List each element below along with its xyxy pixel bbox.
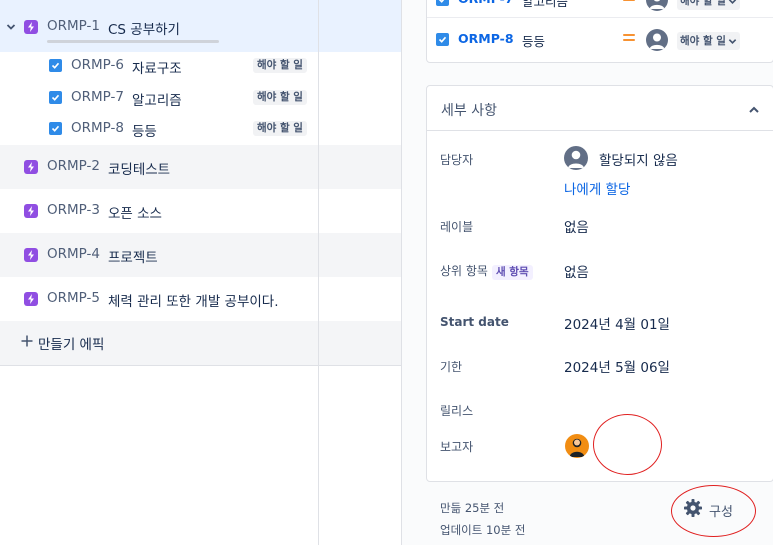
roadmap-list: ORMP-1 CS 공부하기 ORMP-6 자료구조 해야 할 일 ORMP-7… bbox=[0, 0, 401, 545]
child-issue-row[interactable]: ORMP-7 알고리즘 해야 할 일 bbox=[427, 0, 773, 17]
unassigned-avatar-icon bbox=[564, 146, 588, 170]
child-title[interactable]: 자료구조 bbox=[132, 57, 182, 77]
configure-button[interactable]: 구성 bbox=[683, 498, 733, 522]
list-bottom-divider bbox=[0, 365, 401, 366]
epic-title[interactable]: 프로젝트 bbox=[108, 246, 158, 266]
avatar-icon[interactable] bbox=[646, 0, 668, 11]
new-tag-badge: 새 항목 bbox=[491, 265, 533, 280]
child-key[interactable]: ORMP-8 bbox=[71, 120, 124, 136]
child-issue-key[interactable]: ORMP-8 bbox=[458, 31, 514, 46]
status-dropdown-label: 해야 할 일 bbox=[680, 0, 726, 7]
status-lozenge: 해야 할 일 bbox=[253, 121, 307, 136]
due-date-value[interactable]: 2024년 5월 06일 bbox=[564, 356, 670, 376]
reporter-avatar-icon[interactable] bbox=[565, 434, 589, 458]
configure-label: 구성 bbox=[709, 504, 733, 520]
child-issue-title[interactable]: 등등 bbox=[522, 31, 545, 50]
release-label: 릴리스 bbox=[440, 404, 474, 418]
plus-icon bbox=[20, 334, 34, 352]
due-date-label: 기한 bbox=[440, 360, 463, 374]
epic-icon bbox=[24, 248, 38, 262]
details-title: 세부 사항 bbox=[441, 103, 497, 119]
create-epic-button[interactable]: 만들기 에픽 bbox=[20, 333, 104, 353]
task-checkbox-icon bbox=[49, 59, 62, 72]
task-checkbox-icon bbox=[436, 0, 449, 6]
epic-title[interactable]: 코딩테스트 bbox=[108, 158, 170, 178]
child-key[interactable]: ORMP-6 bbox=[71, 57, 124, 73]
status-lozenge: 해야 할 일 bbox=[253, 90, 307, 105]
child-issues-card: ORMP-7 알고리즘 해야 할 일 ORMP-8 등등 bbox=[426, 0, 773, 63]
epic-icon bbox=[24, 160, 38, 174]
child-key[interactable]: ORMP-7 bbox=[71, 89, 124, 105]
epic-icon bbox=[24, 204, 38, 218]
task-checkbox-icon bbox=[49, 91, 62, 104]
child-issue-title[interactable]: 알고리즘 bbox=[522, 0, 568, 10]
issue-detail-panel: ORMP-7 알고리즘 해야 할 일 ORMP-8 등등 bbox=[401, 0, 773, 545]
chevron-down-icon bbox=[728, 0, 736, 4]
child-issue-key[interactable]: ORMP-7 bbox=[458, 0, 514, 6]
assignee-value[interactable]: 할당되지 않음 bbox=[599, 149, 678, 169]
epic-key[interactable]: ORMP-3 bbox=[47, 202, 100, 218]
child-row-ormp-8[interactable]: ORMP-8 등등 해야 할 일 bbox=[0, 115, 401, 143]
status-lozenge: 해야 할 일 bbox=[253, 58, 307, 73]
create-epic-label: 만들기 에픽 bbox=[38, 337, 105, 353]
parent-label-text: 상위 항목 bbox=[440, 264, 488, 278]
epic-key[interactable]: ORMP-1 bbox=[47, 18, 100, 34]
timeline-divider bbox=[318, 0, 319, 545]
chevron-down-icon bbox=[728, 38, 737, 44]
epic-icon bbox=[24, 20, 38, 34]
epic-title[interactable]: 오픈 소스 bbox=[108, 202, 162, 222]
created-time: 만듦 25분 전 bbox=[440, 501, 505, 515]
epic-row-ormp-4[interactable]: ORMP-4 프로젝트 bbox=[0, 233, 401, 277]
assignee-label: 담당자 bbox=[440, 153, 474, 167]
epic-icon bbox=[24, 292, 38, 306]
status-dropdown-label: 해야 할 일 bbox=[680, 35, 726, 47]
labels-value[interactable]: 없음 bbox=[564, 216, 589, 236]
child-row-ormp-7[interactable]: ORMP-7 알고리즘 해야 할 일 bbox=[0, 84, 401, 112]
start-date-label: Start date bbox=[440, 315, 509, 329]
epic-row-ormp-3[interactable]: ORMP-3 오픈 소스 bbox=[0, 189, 401, 233]
epic-title[interactable]: 체력 관리 또한 개발 공부이다. bbox=[108, 290, 279, 310]
assign-to-me-link[interactable]: 나에게 할당 bbox=[564, 178, 630, 198]
child-title[interactable]: 알고리즘 bbox=[132, 89, 182, 109]
updated-time: 업데이트 10분 전 bbox=[440, 523, 526, 537]
status-dropdown[interactable]: 해야 할 일 bbox=[677, 32, 740, 50]
app-root: ORMP-1 CS 공부하기 ORMP-6 자료구조 해야 할 일 ORMP-7… bbox=[0, 0, 773, 545]
gear-icon bbox=[683, 498, 703, 522]
child-row-ormp-6[interactable]: ORMP-6 자료구조 해야 할 일 bbox=[0, 52, 401, 80]
priority-medium-icon bbox=[623, 34, 635, 43]
details-section: 세부 사항 담당자 할당되지 않음 나에게 할당 레이블 없음 상위 항목 새 항… bbox=[426, 85, 773, 482]
start-date-value[interactable]: 2024년 4월 01일 bbox=[564, 313, 670, 333]
card-divider bbox=[427, 17, 773, 18]
epic-row-ormp-2[interactable]: ORMP-2 코딩테스트 bbox=[0, 145, 401, 189]
child-title[interactable]: 등등 bbox=[132, 120, 157, 140]
epic-row-ormp-5[interactable]: ORMP-5 체력 관리 또한 개발 공부이다. bbox=[0, 277, 401, 321]
labels-label: 레이블 bbox=[440, 220, 474, 234]
status-dropdown[interactable]: 해야 할 일 bbox=[677, 0, 740, 10]
avatar-icon[interactable] bbox=[646, 29, 668, 51]
epic-key[interactable]: ORMP-2 bbox=[47, 158, 100, 174]
epic-key[interactable]: ORMP-4 bbox=[47, 246, 100, 262]
chevron-down-icon[interactable] bbox=[5, 21, 17, 33]
chevron-up-icon[interactable] bbox=[747, 102, 761, 116]
parent-label: 상위 항목 새 항목 bbox=[440, 262, 533, 280]
parent-value[interactable]: 없음 bbox=[564, 261, 589, 281]
priority-medium-icon bbox=[623, 0, 635, 3]
details-header[interactable]: 세부 사항 bbox=[427, 86, 773, 131]
child-issue-row[interactable]: ORMP-8 등등 해야 할 일 bbox=[427, 23, 773, 57]
epic-progress-bar bbox=[47, 40, 219, 43]
task-checkbox-icon bbox=[436, 33, 449, 46]
epic-title[interactable]: CS 공부하기 bbox=[108, 18, 180, 38]
epic-key[interactable]: ORMP-5 bbox=[47, 290, 100, 306]
epic-row-ormp-1[interactable]: ORMP-1 CS 공부하기 bbox=[0, 0, 401, 52]
reporter-label: 보고자 bbox=[440, 440, 474, 454]
task-checkbox-icon bbox=[49, 122, 62, 135]
